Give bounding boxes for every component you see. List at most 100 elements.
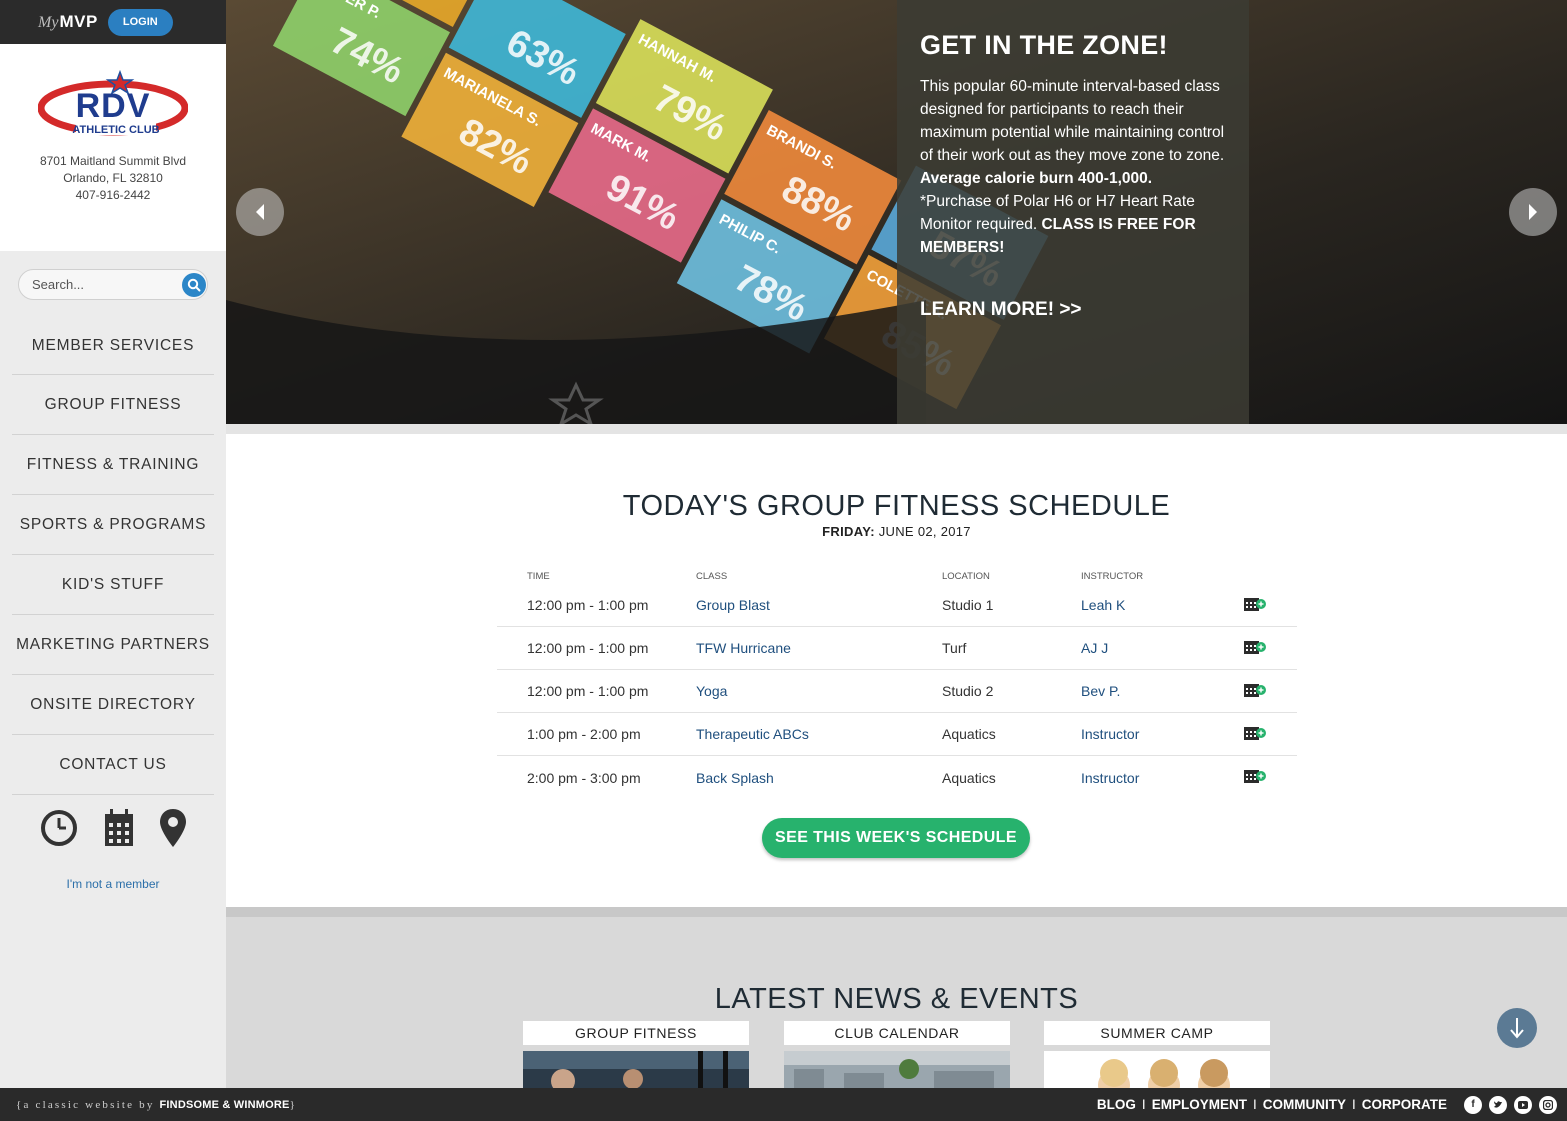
login-button[interactable]: LOGIN: [107, 8, 173, 36]
news-section: LATEST NEWS & EVENTS GROUP FITNESS CLUB …: [226, 907, 1567, 1088]
nav-item-kids-stuff[interactable]: KID'S STUFF: [12, 555, 214, 615]
schedule-title: TODAY'S GROUP FITNESS SCHEDULE: [622, 490, 1171, 522]
schedule-time: 12:00 pm - 1:00 pm: [527, 640, 649, 656]
nav-item-sports-programs[interactable]: SPORTS & PROGRAMS: [12, 495, 214, 555]
schedule-class-link[interactable]: TFW Hurricane: [696, 640, 942, 656]
learn-more-link[interactable]: LEARN MORE! >>: [920, 299, 1225, 321]
news-card-image: [784, 1051, 1010, 1088]
clock-icon[interactable]: [39, 808, 79, 853]
schedule-location: Studio 2: [942, 683, 994, 699]
schedule-class-link[interactable]: Therapeutic ABCs: [696, 726, 942, 742]
schedule-class-link[interactable]: Back Splash: [696, 770, 942, 786]
credit-brand: FINDSOME & WINMORE: [159, 1098, 290, 1111]
search-input[interactable]: [18, 269, 208, 300]
schedule-instructor-link[interactable]: Instructor: [1081, 726, 1243, 742]
mymvp-bar: My MVP LOGIN: [0, 0, 226, 44]
schedule-day: FRIDAY:: [822, 524, 875, 539]
arrow-down-icon: [1510, 1018, 1524, 1039]
instagram-icon[interactable]: [1539, 1095, 1557, 1114]
mymvp-logo[interactable]: My MVP: [38, 12, 98, 32]
logo-subtext: ATHLETIC CLUB: [72, 124, 159, 136]
hero-body-text-1: This popular 60-minute interval-based cl…: [920, 78, 1225, 164]
hero-body-bold-1: Average calorie burn 400-1,000.: [920, 170, 1153, 187]
quick-links: [0, 795, 226, 855]
schedule-header-row: TIME CLASS LOCATION INSTRUCTOR: [497, 554, 1297, 584]
schedule-row: 12:00 pm - 1:00 pm Group Blast Studio 1 Lea…: [497, 584, 1297, 627]
hero-title: GET IN THE ZONE!: [920, 30, 1168, 60]
col-header-location: LOCATION: [942, 571, 990, 582]
main-nav: MEMBER SERVICES GROUP FITNESS FITNESS & …: [0, 317, 226, 795]
schedule-date-value: JUNE 02, 2017: [874, 524, 971, 539]
news-card-image: [1044, 1051, 1270, 1088]
credit-prefix: {a classic website by: [16, 1098, 160, 1111]
news-card-summer-camp[interactable]: SUMMER CAMP: [1044, 1021, 1270, 1088]
schedule-instructor-link[interactable]: Bev P.: [1081, 683, 1243, 699]
schedule-row: 2:00 pm - 3:00 pm Back Splash Aquatics Inst…: [497, 756, 1297, 799]
twitter-icon[interactable]: [1489, 1095, 1507, 1114]
social-links: f: [1464, 1095, 1557, 1114]
club-info: RDV ATHLETIC CLUB 8701 Maitland Summit B…: [0, 44, 226, 251]
schedule-class-link[interactable]: Yoga: [696, 683, 942, 699]
mymvp-logo-mvp: MVP: [59, 12, 98, 31]
not-a-member-link[interactable]: I'm not a member: [0, 877, 226, 891]
schedule-location: Aquatics: [942, 769, 996, 786]
hero-slider: CHRISTIAN R.87%63%HANNAH M.79%BRANDI S.8…: [226, 0, 1567, 424]
footer-link-employment[interactable]: EMPLOYMENT: [1152, 1097, 1247, 1112]
hero-caption: GET IN THE ZONE! This popular 60-minute …: [897, 0, 1249, 424]
facebook-icon[interactable]: f: [1464, 1095, 1482, 1114]
footer-links: BLOG I EMPLOYMENT I COMMUNITY I CORPORAT…: [1097, 1097, 1447, 1112]
address-line2: Orlando, FL 32810: [63, 171, 163, 185]
schedule-row: 1:00 pm - 2:00 pm Therapeutic ABCs Aquatic…: [497, 713, 1297, 756]
slider-next-button[interactable]: [1509, 188, 1557, 236]
nav-item-fitness-training[interactable]: FITNESS & TRAINING: [12, 435, 214, 495]
schedule-instructor-link[interactable]: AJ J: [1081, 640, 1243, 656]
site-credit[interactable]: {a classic website by FINDSOME & WINMORE…: [16, 1099, 297, 1111]
schedule-location: Aquatics: [942, 726, 996, 742]
search-box: [18, 269, 208, 300]
slider-prev-button[interactable]: [236, 188, 284, 236]
footer-separator: I: [1141, 1097, 1146, 1112]
schedule-row: 12:00 pm - 1:00 pm Yoga Studio 2 Bev P.: [497, 670, 1297, 713]
schedule-instructor-link[interactable]: Leah K: [1081, 597, 1243, 613]
schedule-rows: 12:00 pm - 1:00 pm Group Blast Studio 1 Lea…: [497, 584, 1297, 799]
schedule-time: 2:00 pm - 3:00 pm: [527, 769, 641, 786]
calendar-icon[interactable]: [104, 808, 134, 853]
schedule-location: Turf: [942, 640, 967, 656]
map-pin-icon[interactable]: [159, 808, 187, 853]
schedule-time: 12:00 pm - 1:00 pm: [527, 597, 649, 613]
phone-number[interactable]: 407-916-2442: [0, 187, 226, 204]
col-header-time: TIME: [527, 571, 550, 582]
add-to-calendar-icon[interactable]: [1243, 639, 1297, 658]
search-icon[interactable]: [182, 273, 206, 297]
nav-item-contact-us[interactable]: CONTACT US: [12, 735, 214, 795]
footer-link-corporate[interactable]: CORPORATE: [1362, 1097, 1447, 1112]
add-to-calendar-icon[interactable]: [1243, 768, 1297, 787]
footer-link-blog[interactable]: BLOG: [1097, 1097, 1136, 1112]
nav-item-marketing-partners[interactable]: MARKETING PARTNERS: [12, 615, 214, 675]
schedule-location: Studio 1: [942, 597, 994, 613]
schedule-section: TODAY'S GROUP FITNESS SCHEDULE FRIDAY: J…: [226, 424, 1567, 907]
nav-item-member-services[interactable]: MEMBER SERVICES: [12, 317, 214, 375]
col-header-instructor: INSTRUCTOR: [1081, 571, 1144, 582]
nav-item-group-fitness[interactable]: GROUP FITNESS: [12, 375, 214, 435]
schedule-class-link[interactable]: Group Blast: [696, 597, 942, 613]
schedule-table: TIME CLASS LOCATION INSTRUCTOR 12:00 pm …: [497, 554, 1297, 799]
footer-link-community[interactable]: COMMUNITY: [1263, 1097, 1346, 1112]
schedule-instructor-link[interactable]: Instructor: [1081, 770, 1243, 786]
nav-item-onsite-directory[interactable]: ONSITE DIRECTORY: [12, 675, 214, 735]
col-header-class: CLASS: [696, 571, 728, 582]
club-address: 8701 Maitland Summit Blvd Orlando, FL 32…: [0, 153, 226, 204]
rdv-athletic-club-logo[interactable]: RDV ATHLETIC CLUB: [37, 69, 189, 142]
see-week-schedule-button[interactable]: SEE THIS WEEK'S SCHEDULE: [762, 818, 1030, 858]
footer-separator: I: [1351, 1097, 1356, 1112]
sidebar: My MVP LOGIN RDV ATHLETIC CLUB 8701 Mait…: [0, 0, 226, 1088]
chevron-left-icon: [256, 204, 264, 220]
add-to-calendar-icon[interactable]: [1243, 682, 1297, 701]
youtube-icon[interactable]: [1514, 1095, 1532, 1114]
hero-description: This popular 60-minute interval-based cl…: [920, 75, 1225, 259]
news-card-group-fitness[interactable]: GROUP FITNESS: [523, 1021, 749, 1088]
scroll-down-button[interactable]: [1497, 1008, 1537, 1048]
add-to-calendar-icon[interactable]: [1243, 596, 1297, 615]
add-to-calendar-icon[interactable]: [1243, 725, 1297, 744]
news-card-club-calendar[interactable]: CLUB CALENDAR: [784, 1021, 1010, 1088]
